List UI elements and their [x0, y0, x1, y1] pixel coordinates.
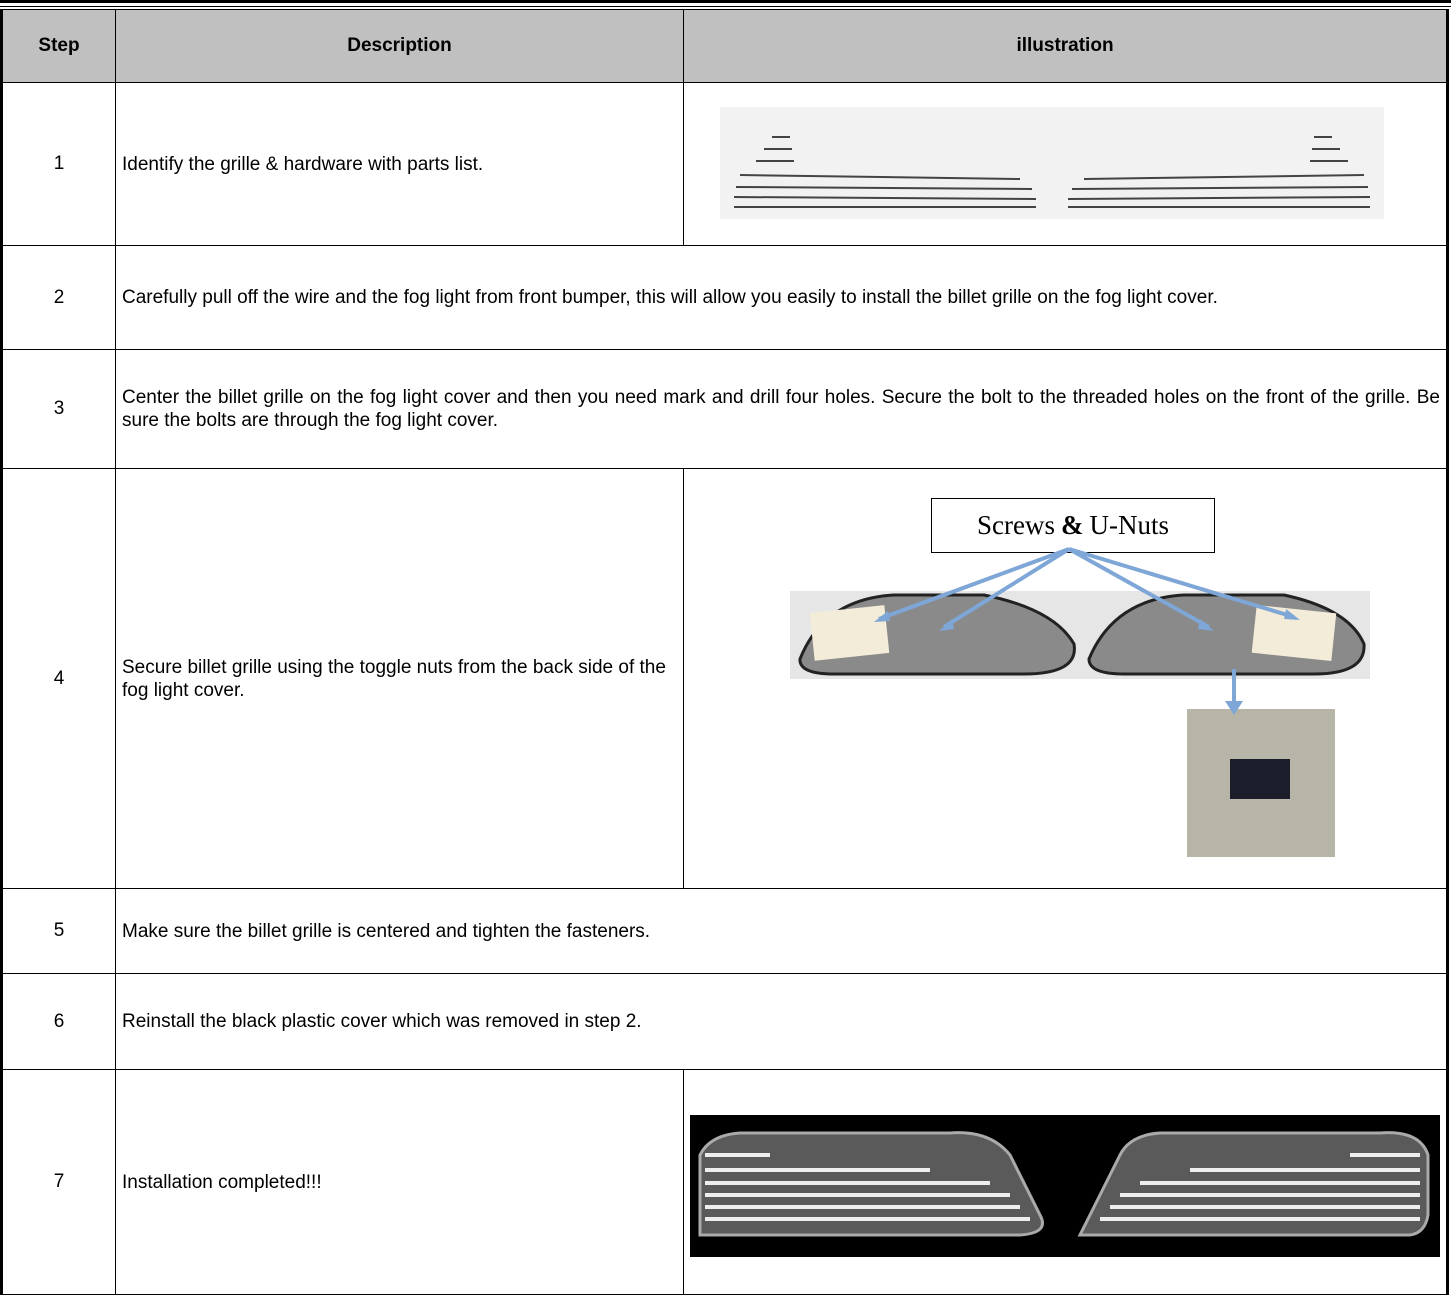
grille-parts-image [720, 107, 1384, 219]
illustration-cell: Screws & U-Nuts [683, 468, 1448, 889]
step-description: Make sure the billet grille is centered … [115, 888, 1448, 974]
step-description: Reinstall the black plastic cover which … [115, 973, 1448, 1070]
fog-light-covers-image [790, 547, 1370, 857]
step-description: Carefully pull off the wire and the fog … [115, 245, 1448, 350]
table-row: 3 Center the billet grille on the fog li… [1, 349, 1448, 469]
step-number: 4 [1, 468, 116, 889]
table-row: 2 Carefully pull off the wire and the fo… [1, 245, 1448, 350]
step-number: 1 [1, 82, 116, 246]
installation-steps-table: Step Description illustration 1 Identify… [0, 9, 1449, 1295]
table-row: 7 Installation completed!!! [1, 1069, 1448, 1295]
top-rule [0, 0, 1451, 3]
step-number: 7 [1, 1069, 116, 1295]
top-rule-thin [0, 6, 1451, 7]
header-row: Step Description illustration [1, 9, 1448, 83]
illustration-cell [683, 82, 1448, 246]
header-illustration: illustration [683, 9, 1448, 83]
step-description: Identify the grille & hardware with part… [115, 82, 684, 246]
installed-grilles-image [690, 1115, 1440, 1257]
step-description: Installation completed!!! [115, 1069, 684, 1295]
step-description: Secure billet grille using the toggle nu… [115, 468, 684, 889]
step-number: 2 [1, 245, 116, 350]
table-row: 4 Secure billet grille using the toggle … [1, 468, 1448, 889]
table-row: 5 Make sure the billet grille is centere… [1, 888, 1448, 974]
header-step: Step [1, 9, 116, 83]
step-number: 6 [1, 973, 116, 1070]
table-row: 6 Reinstall the black plastic cover whic… [1, 973, 1448, 1070]
step-number: 3 [1, 349, 116, 469]
illustration-cell [683, 1069, 1448, 1295]
table-row: 1 Identify the grille & hardware with pa… [1, 82, 1448, 246]
step-description: Center the billet grille on the fog ligh… [115, 349, 1448, 469]
header-description: Description [115, 9, 684, 83]
step-number: 5 [1, 888, 116, 974]
